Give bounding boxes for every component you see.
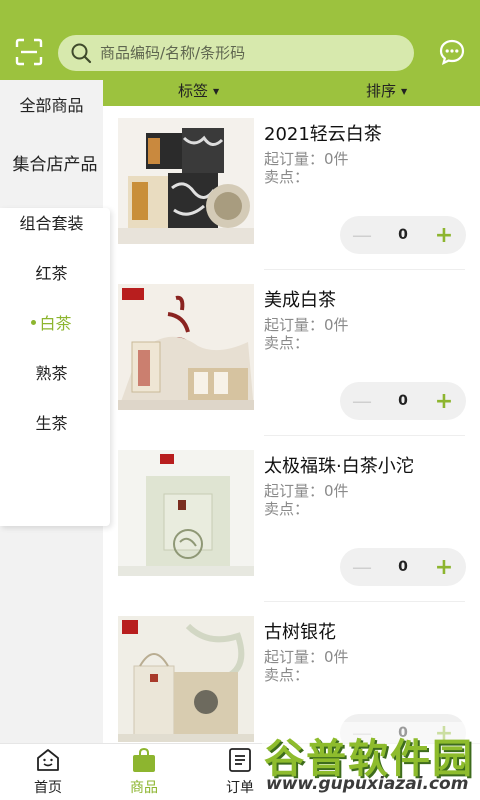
sort-filter-label: 排序 [366,82,397,100]
sidebar-item-combo-sets[interactable]: 组合套装 [0,198,103,246]
increase-button[interactable]: + [434,223,454,248]
product-selling-point: 卖点： [264,168,310,186]
product-card[interactable]: 2021轻云白茶 起订量：0件 卖点： — 0 + [103,118,480,284]
product-name[interactable]: 2021轻云白茶 [264,120,382,146]
product-selling-point: 卖点： [264,500,310,518]
product-card[interactable]: 太极福珠·白茶小沱 起订量：0件 卖点： — 0 + [103,450,480,616]
decrease-button[interactable]: — [352,555,372,579]
product-selling-point: 卖点： [264,666,310,684]
filter-bar: 标签 ▼ 排序 ▼ [103,80,480,100]
product-name[interactable]: 古树银花 [264,618,336,644]
product-card[interactable]: 美成白茶 起订量：0件 卖点： — 0 + [103,284,480,450]
search-icon [71,43,92,64]
tag-filter[interactable]: 标签 ▼ [178,80,219,101]
caret-down-icon: ▼ [401,87,408,96]
sort-filter[interactable]: 排序 ▼ [366,80,407,101]
product-name[interactable]: 美成白茶 [264,286,336,312]
scan-icon[interactable] [14,37,44,67]
sidebar-item-label: 生茶 [35,414,68,433]
sidebar-item-all[interactable]: 全部商品 [0,80,103,128]
tab-label: 商品 [130,780,158,796]
tab-label: 订单 [226,780,254,796]
caret-down-icon: ▼ [213,87,220,96]
quantity-stepper: — 0 + [340,216,466,254]
quantity-value[interactable]: 0 [398,227,408,243]
tab-home[interactable]: 首页 [0,744,96,800]
chat-bubble-icon[interactable] [437,37,467,67]
sidebar-item-label: 红茶 [35,264,68,283]
order-list-icon [227,747,253,773]
sidebar-item-label: 全部商品 [19,96,84,115]
divider [264,269,465,270]
sidebar-item-white-tea[interactable]: 白茶 [0,298,103,346]
sidebar-item-collection-store[interactable]: 集合店产品 [0,132,110,198]
product-image [118,616,254,742]
watermark: 谷普软件园 www.gupuxiazai.com [262,722,480,800]
divider [264,601,465,602]
sidebar-item-ripe-puer[interactable]: 熟茶 [0,348,103,396]
increase-button[interactable]: + [434,389,454,414]
search-bar[interactable] [58,35,414,71]
home-smile-icon [35,747,61,773]
sidebar-item-label: 集合店产品 [12,155,98,175]
product-image [118,118,254,244]
quantity-stepper: — 0 + [340,382,466,420]
decrease-button[interactable]: — [352,223,372,247]
quantity-value[interactable]: 0 [398,393,408,409]
product-selling-point: 卖点： [264,334,310,352]
sidebar-item-label: 熟茶 [35,364,68,383]
product-image [118,284,254,410]
divider [264,435,465,436]
sidebar-item-label: 白茶 [39,314,72,333]
shopping-bag-icon [131,747,157,773]
quantity-stepper: — 0 + [340,548,466,586]
sidebar-item-black-tea[interactable]: 红茶 [0,248,103,296]
active-dot [31,319,37,325]
watermark-url: www.gupuxiazai.com [266,774,469,794]
search-input[interactable] [100,44,400,62]
increase-button[interactable]: + [434,555,454,580]
quantity-value[interactable]: 0 [398,559,408,575]
tab-products[interactable]: 商品 [96,744,192,800]
decrease-button[interactable]: — [352,389,372,413]
tag-filter-label: 标签 [178,82,209,100]
sidebar-item-label: 组合套装 [19,214,84,233]
product-name[interactable]: 太极福珠·白茶小沱 [264,452,414,478]
category-sidebar: 全部商品 集合店产品 组合套装 红茶 白茶 熟茶 生茶 [0,80,110,743]
sidebar-item-raw-puer[interactable]: 生茶 [0,398,103,446]
tab-label: 首页 [34,780,62,796]
product-image [118,450,254,576]
